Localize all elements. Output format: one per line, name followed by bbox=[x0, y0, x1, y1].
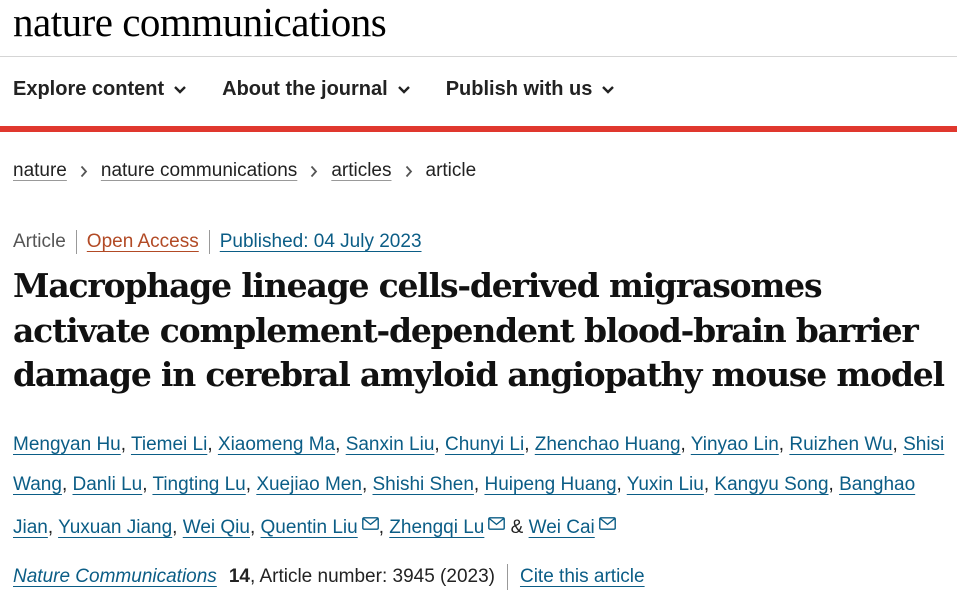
author-separator: & bbox=[510, 517, 524, 538]
author-link[interactable]: Zhengqi Lu bbox=[389, 517, 484, 538]
open-access-link[interactable]: Open Access bbox=[87, 231, 199, 253]
breadcrumb-nature[interactable]: nature bbox=[13, 160, 67, 182]
chevron-right-icon bbox=[310, 165, 318, 178]
author-link[interactable]: Quentin Liu bbox=[261, 517, 358, 538]
author-separator: , bbox=[207, 434, 213, 455]
nav-label: Explore content bbox=[13, 78, 165, 100]
author-separator: , bbox=[703, 474, 710, 495]
author-link[interactable]: Sanxin Liu bbox=[346, 434, 435, 455]
chevron-right-icon bbox=[80, 165, 88, 178]
author-link[interactable]: Chunyi Li bbox=[445, 434, 524, 455]
article-number: , Article number: 3945 (2023) bbox=[249, 566, 495, 587]
author-list: Mengyan Hu, Tiemei Li, Xiaomeng Ma, Sanx… bbox=[13, 425, 953, 548]
chevron-down-icon bbox=[173, 85, 187, 95]
meta-divider bbox=[208, 230, 210, 254]
author-separator: , bbox=[434, 434, 440, 455]
author-link[interactable]: Yinyao Lin bbox=[691, 434, 779, 455]
breadcrumb: nature nature communications articles ar… bbox=[13, 160, 476, 182]
author-separator: , bbox=[61, 474, 68, 495]
author-separator: , bbox=[378, 517, 384, 538]
journal-link[interactable]: Nature Communications bbox=[13, 566, 217, 588]
nav-label: About the journal bbox=[222, 78, 388, 100]
author-separator: , bbox=[335, 434, 341, 455]
author-link[interactable]: Mengyan Hu bbox=[13, 434, 121, 455]
author-link[interactable]: Tingting Lu bbox=[152, 474, 245, 495]
author-separator: , bbox=[892, 434, 898, 455]
nav-label: Publish with us bbox=[445, 78, 593, 100]
chevron-right-icon bbox=[405, 165, 413, 178]
author-separator: , bbox=[828, 474, 834, 495]
author-separator: , bbox=[680, 434, 686, 455]
breadcrumb-current: article bbox=[425, 160, 477, 181]
author-link[interactable]: Kangyu Song bbox=[714, 474, 828, 495]
author-separator: , bbox=[249, 517, 256, 538]
main-nav: Explore content About the journal Publis… bbox=[13, 78, 650, 101]
chevron-down-icon bbox=[397, 85, 411, 95]
citation-line: Nature Communications 14 , Article numbe… bbox=[13, 564, 645, 590]
author-link[interactable]: Ruizhen Wu bbox=[789, 434, 892, 455]
author-link[interactable]: Yuxuan Jiang bbox=[58, 517, 172, 538]
brand-logo[interactable]: nature communications bbox=[13, 0, 387, 46]
article-title: Macrophage lineage cells-derived migraso… bbox=[13, 266, 945, 394]
author-link[interactable]: Xuejiao Men bbox=[256, 474, 362, 495]
author-link[interactable]: Wei Qiu bbox=[183, 517, 250, 538]
author-link[interactable]: Huipeng Huang bbox=[484, 474, 616, 495]
article-meta: Article Open Access Published: 04 July 2… bbox=[13, 230, 422, 254]
meta-divider bbox=[75, 230, 77, 254]
cite-this-article-link[interactable]: Cite this article bbox=[520, 566, 645, 588]
nav-explore-content[interactable]: Explore content bbox=[13, 78, 187, 101]
author-link[interactable]: Xiaomeng Ma bbox=[218, 434, 335, 455]
author-link[interactable]: Yuxin Liu bbox=[627, 474, 704, 495]
author-link[interactable]: Danli Lu bbox=[73, 474, 143, 495]
author-separator: , bbox=[473, 474, 480, 495]
author-separator: , bbox=[361, 474, 368, 495]
volume-number: 14 bbox=[228, 566, 250, 587]
citation-divider bbox=[506, 564, 508, 590]
author-separator: , bbox=[524, 434, 530, 455]
author-link[interactable]: Zhenchao Huang bbox=[535, 434, 681, 455]
author-separator: , bbox=[616, 474, 622, 495]
nav-about-the-journal[interactable]: About the journal bbox=[222, 78, 411, 101]
author-link[interactable]: Tiemei Li bbox=[131, 434, 207, 455]
author-separator: , bbox=[142, 474, 148, 495]
nav-publish-with-us[interactable]: Publish with us bbox=[446, 78, 616, 101]
author-separator: , bbox=[47, 517, 54, 538]
author-link[interactable]: Wei Cai bbox=[529, 517, 595, 538]
author-separator: , bbox=[245, 474, 252, 495]
accent-bar bbox=[0, 126, 957, 132]
breadcrumb-nature-communications[interactable]: nature communications bbox=[101, 160, 297, 182]
article-type: Article bbox=[13, 231, 66, 252]
author-separator: , bbox=[120, 434, 127, 455]
published-date: Published: 04 July 2023 bbox=[219, 231, 422, 252]
chevron-down-icon bbox=[601, 85, 615, 95]
envelope-icon[interactable] bbox=[361, 505, 379, 545]
envelope-icon[interactable] bbox=[488, 505, 506, 545]
author-separator: , bbox=[778, 434, 785, 455]
author-separator: , bbox=[172, 517, 178, 538]
breadcrumb-articles[interactable]: articles bbox=[331, 160, 391, 182]
header-divider bbox=[0, 56, 957, 57]
envelope-icon[interactable] bbox=[598, 505, 616, 545]
author-link[interactable]: Shishi Shen bbox=[373, 474, 474, 495]
